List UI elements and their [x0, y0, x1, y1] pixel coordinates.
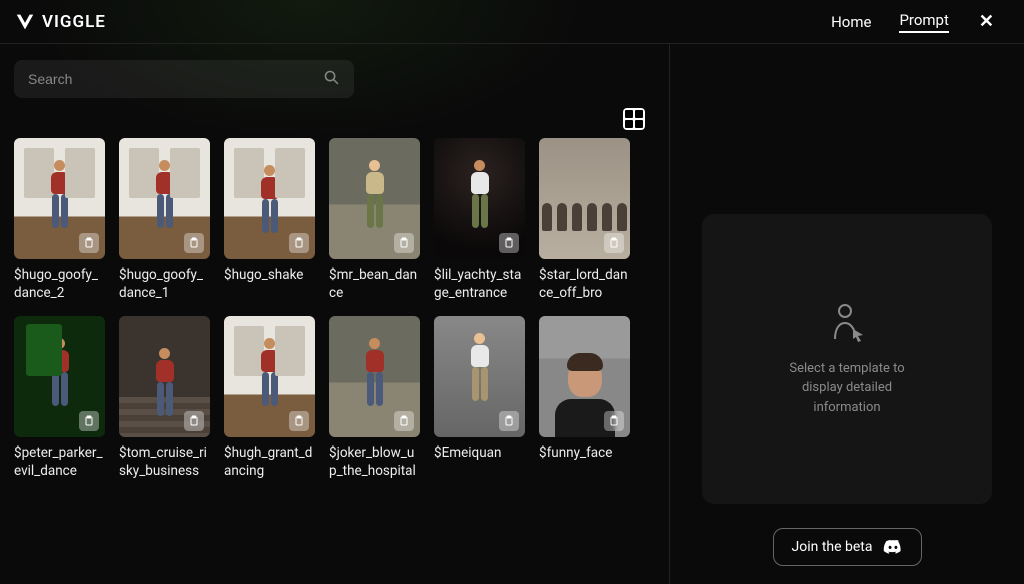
- template-card[interactable]: $hugo_shake: [224, 138, 315, 302]
- template-card[interactable]: $hugo_goofy_dance_1: [119, 138, 210, 302]
- copy-prompt-icon[interactable]: [394, 411, 414, 431]
- nav: Home Prompt ✕: [831, 11, 996, 33]
- template-label: $mr_bean_dance: [329, 267, 420, 302]
- copy-prompt-icon[interactable]: [499, 411, 519, 431]
- brand-v-icon: [14, 11, 36, 33]
- template-thumbnail: [14, 316, 105, 437]
- view-toggle-row: [14, 98, 655, 130]
- copy-prompt-icon[interactable]: [394, 233, 414, 253]
- template-label: $Emeiquan: [434, 445, 525, 463]
- detail-pane: Select a template to display detailed in…: [670, 44, 1024, 584]
- template-label: $peter_parker_evil_dance: [14, 445, 105, 480]
- discord-icon: [883, 539, 903, 555]
- header: VIGGLE Home Prompt ✕: [0, 0, 1024, 44]
- copy-prompt-icon[interactable]: [289, 233, 309, 253]
- search-wrap: [14, 60, 354, 98]
- template-thumbnail: [14, 138, 105, 259]
- template-label: $lil_yachty_stage_entrance: [434, 267, 525, 302]
- join-beta-label: Join the beta: [792, 539, 873, 555]
- person-cursor-icon: [827, 301, 867, 343]
- template-thumbnail: [539, 138, 630, 259]
- template-label: $tom_cruise_risky_business: [119, 445, 210, 480]
- template-label: $joker_blow_up_the_hospital: [329, 445, 420, 480]
- template-thumbnail: [539, 316, 630, 437]
- template-card[interactable]: $Emeiquan: [434, 316, 525, 480]
- template-card[interactable]: $peter_parker_evil_dance: [14, 316, 105, 480]
- template-thumbnail: [434, 316, 525, 437]
- template-label: $hugo_goofy_dance_1: [119, 267, 210, 302]
- detail-placeholder-card: Select a template to display detailed in…: [702, 214, 992, 504]
- template-card[interactable]: $hugo_goofy_dance_2: [14, 138, 105, 302]
- template-label: $funny_face: [539, 445, 630, 463]
- template-browser: $hugo_goofy_dance_2 $hugo_goofy_dance_1: [0, 44, 670, 584]
- close-icon[interactable]: ✕: [977, 11, 996, 32]
- nav-prompt[interactable]: Prompt: [899, 11, 948, 33]
- template-grid: $hugo_goofy_dance_2 $hugo_goofy_dance_1: [14, 138, 655, 480]
- brand-logo[interactable]: VIGGLE: [14, 11, 106, 33]
- template-thumbnail: [119, 316, 210, 437]
- search-input[interactable]: [28, 71, 323, 87]
- template-card[interactable]: $funny_face: [539, 316, 630, 480]
- template-label: $hugh_grant_dancing: [224, 445, 315, 480]
- copy-prompt-icon[interactable]: [184, 233, 204, 253]
- template-card[interactable]: $hugh_grant_dancing: [224, 316, 315, 480]
- copy-prompt-icon[interactable]: [289, 411, 309, 431]
- copy-prompt-icon[interactable]: [184, 411, 204, 431]
- nav-home[interactable]: Home: [831, 13, 871, 31]
- template-card[interactable]: $joker_blow_up_the_hospital: [329, 316, 420, 480]
- template-label: $hugo_goofy_dance_2: [14, 267, 105, 302]
- search-icon[interactable]: [323, 69, 340, 90]
- template-thumbnail: [224, 316, 315, 437]
- template-thumbnail: [434, 138, 525, 259]
- template-card[interactable]: $mr_bean_dance: [329, 138, 420, 302]
- template-label: $hugo_shake: [224, 267, 315, 285]
- template-label: $star_lord_dance_off_bro: [539, 267, 630, 302]
- copy-prompt-icon[interactable]: [499, 233, 519, 253]
- brand-text: VIGGLE: [42, 12, 106, 32]
- main: $hugo_goofy_dance_2 $hugo_goofy_dance_1: [0, 44, 1024, 584]
- copy-prompt-icon[interactable]: [604, 233, 624, 253]
- template-thumbnail: [119, 138, 210, 259]
- template-thumbnail: [329, 138, 420, 259]
- grid-view-toggle[interactable]: [623, 108, 645, 130]
- detail-placeholder-text: Select a template to display detailed in…: [772, 359, 922, 418]
- copy-prompt-icon[interactable]: [79, 233, 99, 253]
- copy-prompt-icon[interactable]: [79, 411, 99, 431]
- template-card[interactable]: $lil_yachty_stage_entrance: [434, 138, 525, 302]
- template-thumbnail: [329, 316, 420, 437]
- template-card[interactable]: $star_lord_dance_off_bro: [539, 138, 630, 302]
- template-thumbnail: [224, 138, 315, 259]
- join-beta-button[interactable]: Join the beta: [773, 528, 922, 566]
- copy-prompt-icon[interactable]: [604, 411, 624, 431]
- template-card[interactable]: $tom_cruise_risky_business: [119, 316, 210, 480]
